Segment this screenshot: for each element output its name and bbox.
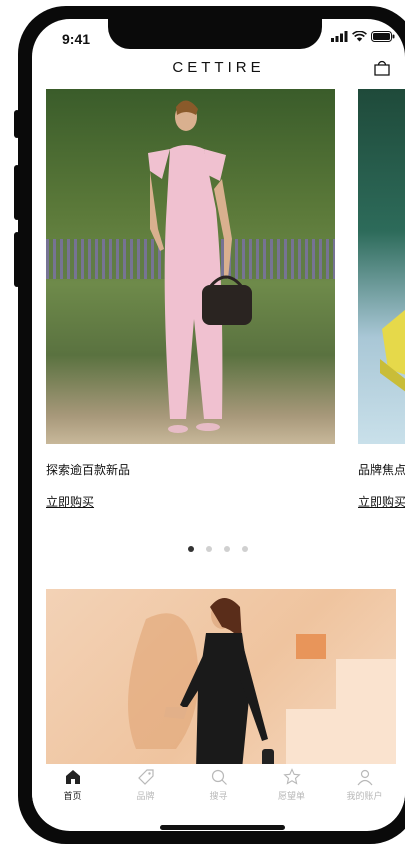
yellow-item-image xyxy=(380,309,405,392)
carousel-card-image-2[interactable] xyxy=(358,89,405,444)
carousel-card-image-1[interactable] xyxy=(46,89,335,444)
volume-up-button xyxy=(14,165,20,220)
carousel-card-title-1: 探索逾百款新品 xyxy=(46,463,131,477)
bottom-tab-bar: 首页 品牌 搜寻 愿望单 我的账户 xyxy=(32,764,405,824)
wifi-icon xyxy=(352,31,367,42)
notch xyxy=(108,19,322,49)
shop-now-link-1[interactable]: 立即购买 xyxy=(46,493,94,510)
shopping-bag-icon[interactable] xyxy=(373,59,391,82)
tab-brands[interactable]: 品牌 xyxy=(116,764,176,824)
volume-down-button xyxy=(14,232,20,287)
tab-wishlist-label: 愿望单 xyxy=(277,791,305,801)
pagination-dot-4[interactable] xyxy=(242,546,248,552)
home-indicator[interactable] xyxy=(160,825,285,830)
pagination-dot-3[interactable] xyxy=(224,546,230,552)
tab-brands-label: 品牌 xyxy=(136,791,155,801)
pagination-dot-1[interactable] xyxy=(188,546,194,552)
user-icon xyxy=(357,769,372,786)
screen: 9:41 CETTIRE 探索逾百款新品 立即购买 品牌焦点 立即购买 首页 品… xyxy=(32,19,405,831)
star-icon xyxy=(282,768,301,785)
tag-icon xyxy=(137,769,154,785)
pagination-dot-2[interactable] xyxy=(206,546,212,552)
tab-home[interactable]: 首页 xyxy=(43,764,103,824)
model-pink-dress-image xyxy=(148,100,252,433)
tab-home-label: 首页 xyxy=(63,791,82,801)
mute-switch xyxy=(14,110,20,138)
shop-now-link-2[interactable]: 立即购买 xyxy=(358,493,405,510)
status-time: 9:41 xyxy=(62,31,91,47)
brand-logo: CETTIRE xyxy=(172,59,265,76)
search-icon xyxy=(211,769,227,785)
battery-icon xyxy=(371,31,395,42)
status-icons xyxy=(331,31,395,42)
promo-banner-image[interactable] xyxy=(46,589,396,769)
model-black-outfit-image xyxy=(128,598,396,769)
tab-account-label: 我的账户 xyxy=(346,791,383,801)
tab-account[interactable]: 我的账户 xyxy=(335,764,395,824)
carousel-card-title-2: 品牌焦点 xyxy=(358,463,405,477)
tab-wishlist[interactable]: 愿望单 xyxy=(262,764,322,824)
carousel-pagination[interactable] xyxy=(188,546,248,552)
tab-search[interactable]: 搜寻 xyxy=(189,764,249,824)
signal-icon xyxy=(331,31,348,42)
home-icon xyxy=(65,770,80,784)
tab-search-label: 搜寻 xyxy=(209,791,228,801)
